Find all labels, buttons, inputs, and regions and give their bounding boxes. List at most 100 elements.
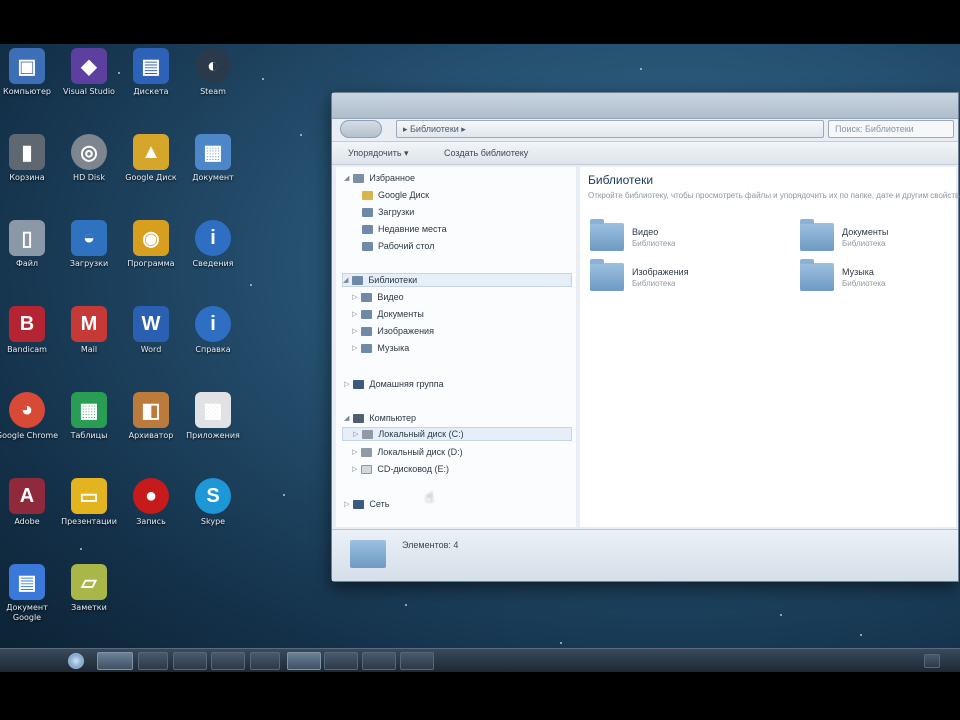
nav-drive-e[interactable]: ▷ CD-дисковод (E:): [352, 462, 449, 476]
window-titlebar[interactable]: [332, 93, 958, 119]
nav-label: Сеть: [369, 499, 390, 509]
desktop-icon[interactable]: ▦ Документ: [181, 134, 245, 183]
taskbar-item-folder[interactable]: [173, 652, 207, 670]
explorer-window[interactable]: ▸ Библиотеки ▸ Поиск: Библиотеки Упорядо…: [331, 92, 960, 582]
desktop-icon[interactable]: ● Запись: [119, 478, 183, 527]
desktop-icon[interactable]: ▤ Дискета: [119, 48, 183, 97]
library-item[interactable]: Документы Библиотека: [800, 219, 888, 255]
desktop-icon[interactable]: ▮ Корзина: [0, 134, 59, 183]
nav-label: Музыка: [377, 343, 410, 353]
taskbar-item-app[interactable]: [400, 652, 434, 670]
collapse-arrow-icon[interactable]: ◢: [344, 174, 349, 182]
nav-lib-item[interactable]: ▷ Изображения: [352, 324, 434, 338]
expand-arrow-icon[interactable]: ▷: [353, 430, 358, 438]
nav-label: Компьютер: [369, 413, 416, 423]
folder-icon: [590, 259, 624, 291]
expand-arrow-icon[interactable]: ▷: [352, 465, 357, 473]
drive-icon: [362, 190, 373, 200]
app-icon: ◉: [133, 220, 169, 256]
folder-icon: [361, 343, 373, 353]
desktop-icon[interactable]: ▩ Приложения: [181, 392, 245, 441]
nav-drive-c[interactable]: ▷ Локальный диск (C:): [342, 427, 572, 441]
star: [640, 68, 642, 70]
desktop-icon[interactable]: ▱ Заметки: [57, 564, 121, 613]
start-button[interactable]: [68, 653, 84, 669]
taskbar-item-folder2[interactable]: [362, 652, 396, 670]
taskbar-item-desktop[interactable]: [287, 652, 321, 670]
taskbar-item-explorer[interactable]: [97, 652, 133, 670]
desktop-icon[interactable]: ◆ Visual Studio: [57, 48, 121, 97]
nav-network[interactable]: ▷ Сеть: [344, 497, 389, 511]
nav-fav-item[interactable]: Google Диск: [362, 188, 429, 202]
desktop-icon[interactable]: M Mаil: [57, 306, 121, 355]
desktop-icon-label: Adobe: [14, 517, 40, 526]
desktop-icon[interactable]: i Справка: [181, 306, 245, 355]
taskbar-item-media[interactable]: [138, 652, 168, 670]
desktop-icon[interactable]: A Adobe: [0, 478, 59, 527]
desktop-icon-label: Файл: [15, 259, 39, 268]
desktop-icon[interactable]: ▣ Компьютер: [0, 48, 59, 97]
show-desktop-button[interactable]: [924, 654, 940, 668]
collapse-arrow-icon[interactable]: ◢: [343, 276, 348, 284]
star: [80, 548, 82, 550]
nav-lib-item[interactable]: ▷ Документы: [352, 307, 424, 321]
taskbar-item-files[interactable]: [211, 652, 245, 670]
desktop-icon[interactable]: ◧ Архиватор: [119, 392, 183, 441]
library-item[interactable]: Видео Библиотека: [590, 219, 676, 255]
taskbar-item-notes[interactable]: [250, 652, 280, 670]
search-input[interactable]: Поиск: Библиотеки: [828, 120, 954, 138]
nav-fav-item[interactable]: Рабочий стол: [362, 239, 435, 253]
expand-arrow-icon[interactable]: ▷: [352, 327, 357, 335]
nav-drive-d[interactable]: ▷ Локальный диск (D:): [352, 445, 463, 459]
desktop-icon[interactable]: ◉ Программа: [119, 220, 183, 269]
nav-fav-item[interactable]: Загрузки: [362, 205, 414, 219]
expand-arrow-icon[interactable]: ▷: [352, 344, 357, 352]
expand-arrow-icon[interactable]: ▷: [352, 448, 357, 456]
expand-arrow-icon[interactable]: ▷: [352, 293, 357, 301]
nav-libraries[interactable]: ◢ Библиотеки: [342, 273, 572, 287]
taskbar-item-window[interactable]: [324, 652, 358, 670]
desktop-icon[interactable]: i Сведения: [181, 220, 245, 269]
star-icon: [353, 173, 365, 183]
nav-fav-item[interactable]: Недавние места: [362, 222, 447, 236]
app-icon: ◆: [71, 48, 107, 84]
address-bar[interactable]: ▸ Библиотеки ▸: [396, 120, 824, 138]
desktop-icon[interactable]: ◐ Steam: [181, 48, 245, 97]
taskbar: [0, 648, 960, 672]
expand-arrow-icon[interactable]: ▷: [344, 500, 349, 508]
desktop-icon[interactable]: ◎ HD Disk: [57, 134, 121, 183]
nav-computer[interactable]: ◢ Компьютер: [344, 411, 416, 425]
desktop-icon[interactable]: ▤ Документ Google: [0, 564, 59, 623]
desktop-icon-label: Корзина: [9, 173, 45, 182]
expand-arrow-icon[interactable]: ▷: [352, 310, 357, 318]
library-item[interactable]: Изображения Библиотека: [590, 259, 689, 295]
content-pane: Библиотеки Откройте библиотеку, чтобы пр…: [580, 167, 960, 527]
nav-label: Домашняя группа: [369, 379, 444, 389]
nav-lib-item[interactable]: ▷ Музыка: [352, 341, 409, 355]
desktop-icon[interactable]: ▯ Файл: [0, 220, 59, 269]
desktop-icon[interactable]: W Word: [119, 306, 183, 355]
desktop-icon[interactable]: ▭ Презентации: [57, 478, 121, 527]
desktop-icon-label: Документ Google: [6, 603, 48, 622]
desktop-icon[interactable]: S Skype: [181, 478, 245, 527]
collapse-arrow-icon[interactable]: ◢: [344, 414, 349, 422]
library-name: Изображения: [632, 266, 689, 277]
desktop-icon-label: Запись: [136, 517, 166, 526]
folder-icon: [590, 219, 624, 251]
nav-label: Загрузки: [378, 207, 415, 217]
desktop-icon[interactable]: ◕ Google Chrome: [0, 392, 59, 441]
back-forward-buttons[interactable]: [340, 120, 382, 138]
nav-lib-item[interactable]: ▷ Видео: [352, 290, 404, 304]
nav-favorites[interactable]: ◢ Избранное: [344, 171, 415, 185]
new-library-button[interactable]: Создать библиотеку: [444, 148, 528, 158]
library-item[interactable]: Музыка Библиотека: [800, 259, 886, 295]
app-icon: ▤: [9, 564, 45, 600]
desktop-icon[interactable]: ▦ Таблицы: [57, 392, 121, 441]
desktop-icon[interactable]: B Bandicam: [0, 306, 59, 355]
expand-arrow-icon[interactable]: ▷: [344, 380, 349, 388]
app-icon: ▭: [71, 478, 107, 514]
desktop-icon[interactable]: ◒ Загрузки: [57, 220, 121, 269]
nav-homegroup[interactable]: ▷ Домашняя группа: [344, 377, 444, 391]
desktop-icon[interactable]: ▲ Google Диск: [119, 134, 183, 183]
organize-button[interactable]: Упорядочить ▾: [348, 148, 409, 159]
